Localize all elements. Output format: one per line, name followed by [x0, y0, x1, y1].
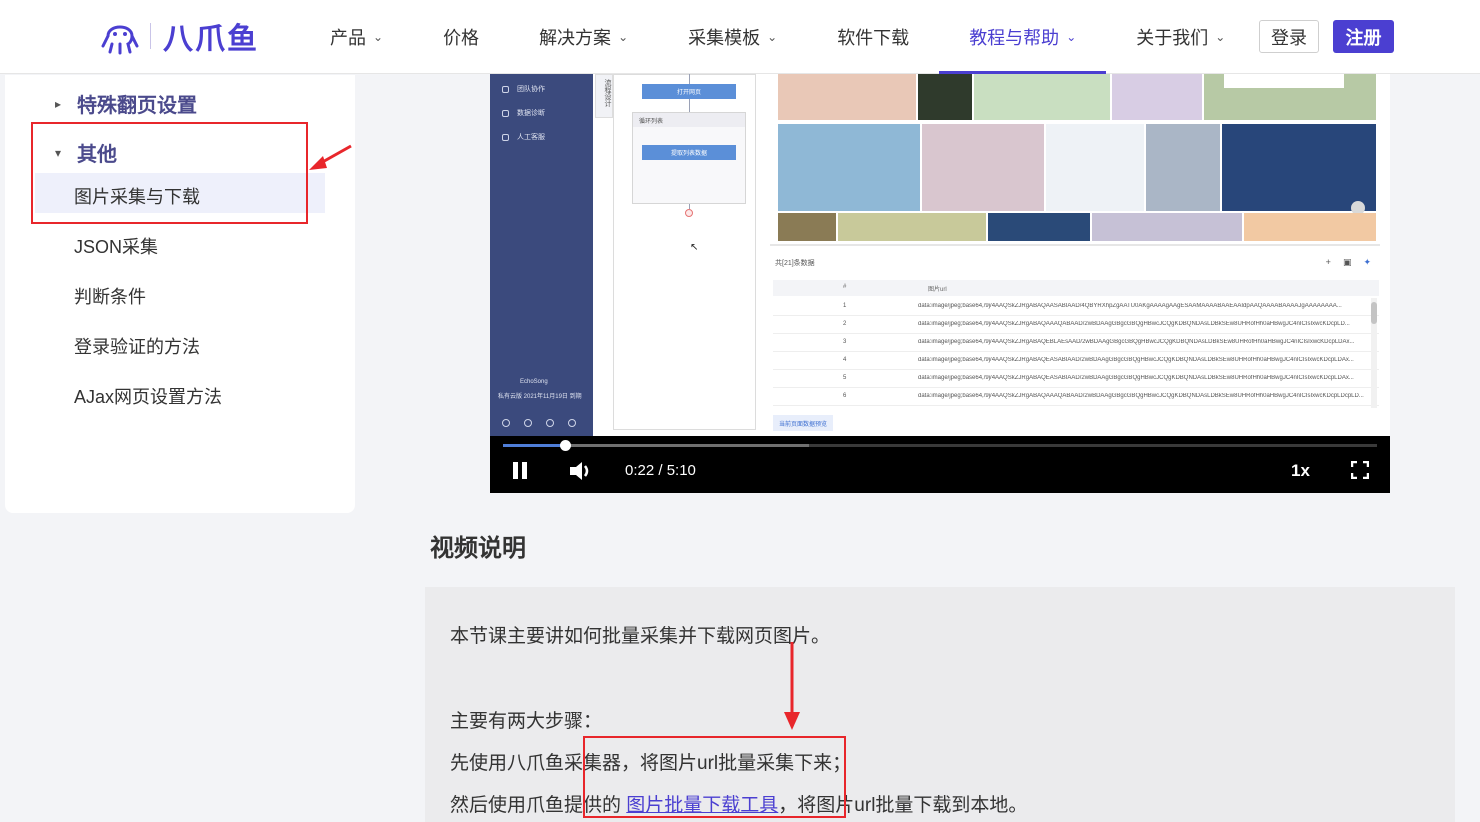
info-icon: [568, 419, 576, 427]
volume-icon[interactable]: [568, 460, 594, 482]
table-row: 3 data:image/jpeg;base64,/9j/4AAQSkZJRgAB…: [773, 334, 1379, 352]
logo-divider: [150, 23, 151, 49]
sidebar-item-login-verify[interactable]: 登录验证的方法: [74, 333, 200, 359]
chevron-down-icon: ⌄: [1066, 30, 1077, 44]
nav-label: 解决方案: [539, 28, 612, 48]
nav-label: 价格: [443, 28, 480, 48]
pin-icon: ✦: [1363, 257, 1371, 267]
nav-label: 教程与帮助: [969, 28, 1060, 48]
fullscreen-icon[interactable]: [1351, 461, 1369, 479]
nav-item-tutorials[interactable]: 教程与帮助 ⌄: [939, 0, 1107, 74]
video-data-table: 共[21]条数据 + ▣ ✦ # 图片url 1 data:image/jpeg;ba…: [765, 250, 1385, 436]
nav-item-templates[interactable]: 采集模板 ⌄: [658, 0, 807, 74]
nav-label: 关于我们: [1136, 28, 1209, 48]
pause-icon[interactable]: [512, 462, 528, 480]
annotation-highlight-box: [583, 736, 846, 818]
description-line: 本节课主要讲如何批量采集并下载网页图片。: [450, 626, 831, 647]
nav-item-pricing[interactable]: 价格: [413, 0, 509, 74]
main-nav: 产品 ⌄ 价格 解决方案 ⌄ 采集模板 ⌄ 软件下载 教程与帮助 ⌄ 关于我们 ⌄: [300, 0, 1255, 74]
table-row: 4 data:image/jpeg;base64,/9j/4AAQSkZJRgAB…: [773, 352, 1379, 370]
video-progress-bar[interactable]: [503, 440, 1377, 451]
annotation-arrow-icon: [784, 642, 800, 730]
chevron-down-icon: ⌄: [618, 30, 629, 44]
nav-item-download[interactable]: 软件下载: [807, 0, 939, 74]
chevron-down-icon: ⌄: [1215, 30, 1226, 44]
sidebar-item-json[interactable]: JSON采集: [74, 233, 158, 259]
table-row: 1 data:image/jpeg;base64,/9j/4AAQSkZJRgAB…: [773, 298, 1379, 316]
annotation-highlight-box: [31, 122, 308, 224]
export-icon: ▣: [1342, 257, 1352, 267]
nav-item-solutions[interactable]: 解决方案 ⌄: [509, 0, 658, 74]
sidebar-item-conditions[interactable]: 判断条件: [74, 283, 146, 309]
annotation-arrow-icon: [309, 144, 352, 170]
video-bottom-icons: [502, 419, 576, 427]
sidebar-item-ajax[interactable]: AJax网页设置方法: [74, 383, 222, 409]
top-navbar: 八爪鱼 产品 ⌄ 价格 解决方案 ⌄ 采集模板 ⌄ 软件下载 教程与帮助 ⌄ 关于我们 ⌄…: [0, 0, 1480, 74]
section-label: 特殊翻页设置: [77, 95, 197, 117]
table-tools: + ▣ ✦: [1326, 257, 1371, 268]
add-icon: +: [1325, 257, 1331, 267]
briefcase-icon: [524, 419, 532, 427]
table-row: 5 data:image/jpeg;base64,/9j/4AAQSkZJRgAB…: [773, 370, 1379, 388]
logo-text: 八爪鱼: [163, 23, 259, 56]
table-header: # 图片url: [773, 280, 1379, 296]
nav-item-products[interactable]: 产品 ⌄: [300, 0, 413, 74]
settings-icon: [502, 419, 510, 427]
nav-label: 产品: [330, 28, 366, 48]
nav-label: 采集模板: [688, 28, 761, 48]
table-count: 共[21]条数据: [775, 260, 815, 267]
help-icon: [546, 419, 554, 427]
nav-item-about[interactable]: 关于我们 ⌄: [1106, 0, 1255, 74]
logo[interactable]: 八爪鱼: [100, 16, 259, 56]
tutorial-video-player[interactable]: 团队协作 数据诊断 人工客服 EchoSong 私有云版 2021年11月19日…: [490, 74, 1390, 493]
chevron-down-icon: ⌄: [373, 30, 384, 44]
sidebar-section-special-paging[interactable]: ▸ 特殊翻页设置: [55, 89, 197, 118]
video-user-info: EchoSong 私有云版 2021年11月19日 到期: [498, 379, 582, 400]
playback-speed-button[interactable]: 1x: [1291, 461, 1310, 481]
caret-right-icon: ▸: [55, 96, 62, 111]
table-scrollbar: [1371, 298, 1377, 408]
octopus-logo-icon: [101, 25, 139, 55]
video-time: 0:22 / 5:10: [625, 462, 696, 479]
video-image-grid: [770, 74, 1380, 246]
page-data-preview-button: 当前页面数据预览: [773, 415, 834, 431]
nav-label: 软件下载: [837, 28, 910, 48]
played-bar: [503, 444, 566, 447]
description-title: 视频说明: [430, 535, 526, 562]
progress-knob[interactable]: [560, 440, 572, 451]
login-button[interactable]: 登录: [1259, 20, 1319, 53]
register-button[interactable]: 注册: [1333, 20, 1394, 53]
description-line: 主要有两大步骤：: [450, 711, 603, 732]
video-controls: 0:22 / 5:10 1x: [490, 436, 1390, 493]
table-row: 6 data:image/jpeg;base64,/9j/4AAQSkZJRgAB…: [773, 388, 1379, 406]
chevron-down-icon: ⌄: [767, 30, 778, 44]
table-row: 2 data:image/jpeg;base64,/9j/4AAQSkZJRgAB…: [773, 316, 1379, 334]
